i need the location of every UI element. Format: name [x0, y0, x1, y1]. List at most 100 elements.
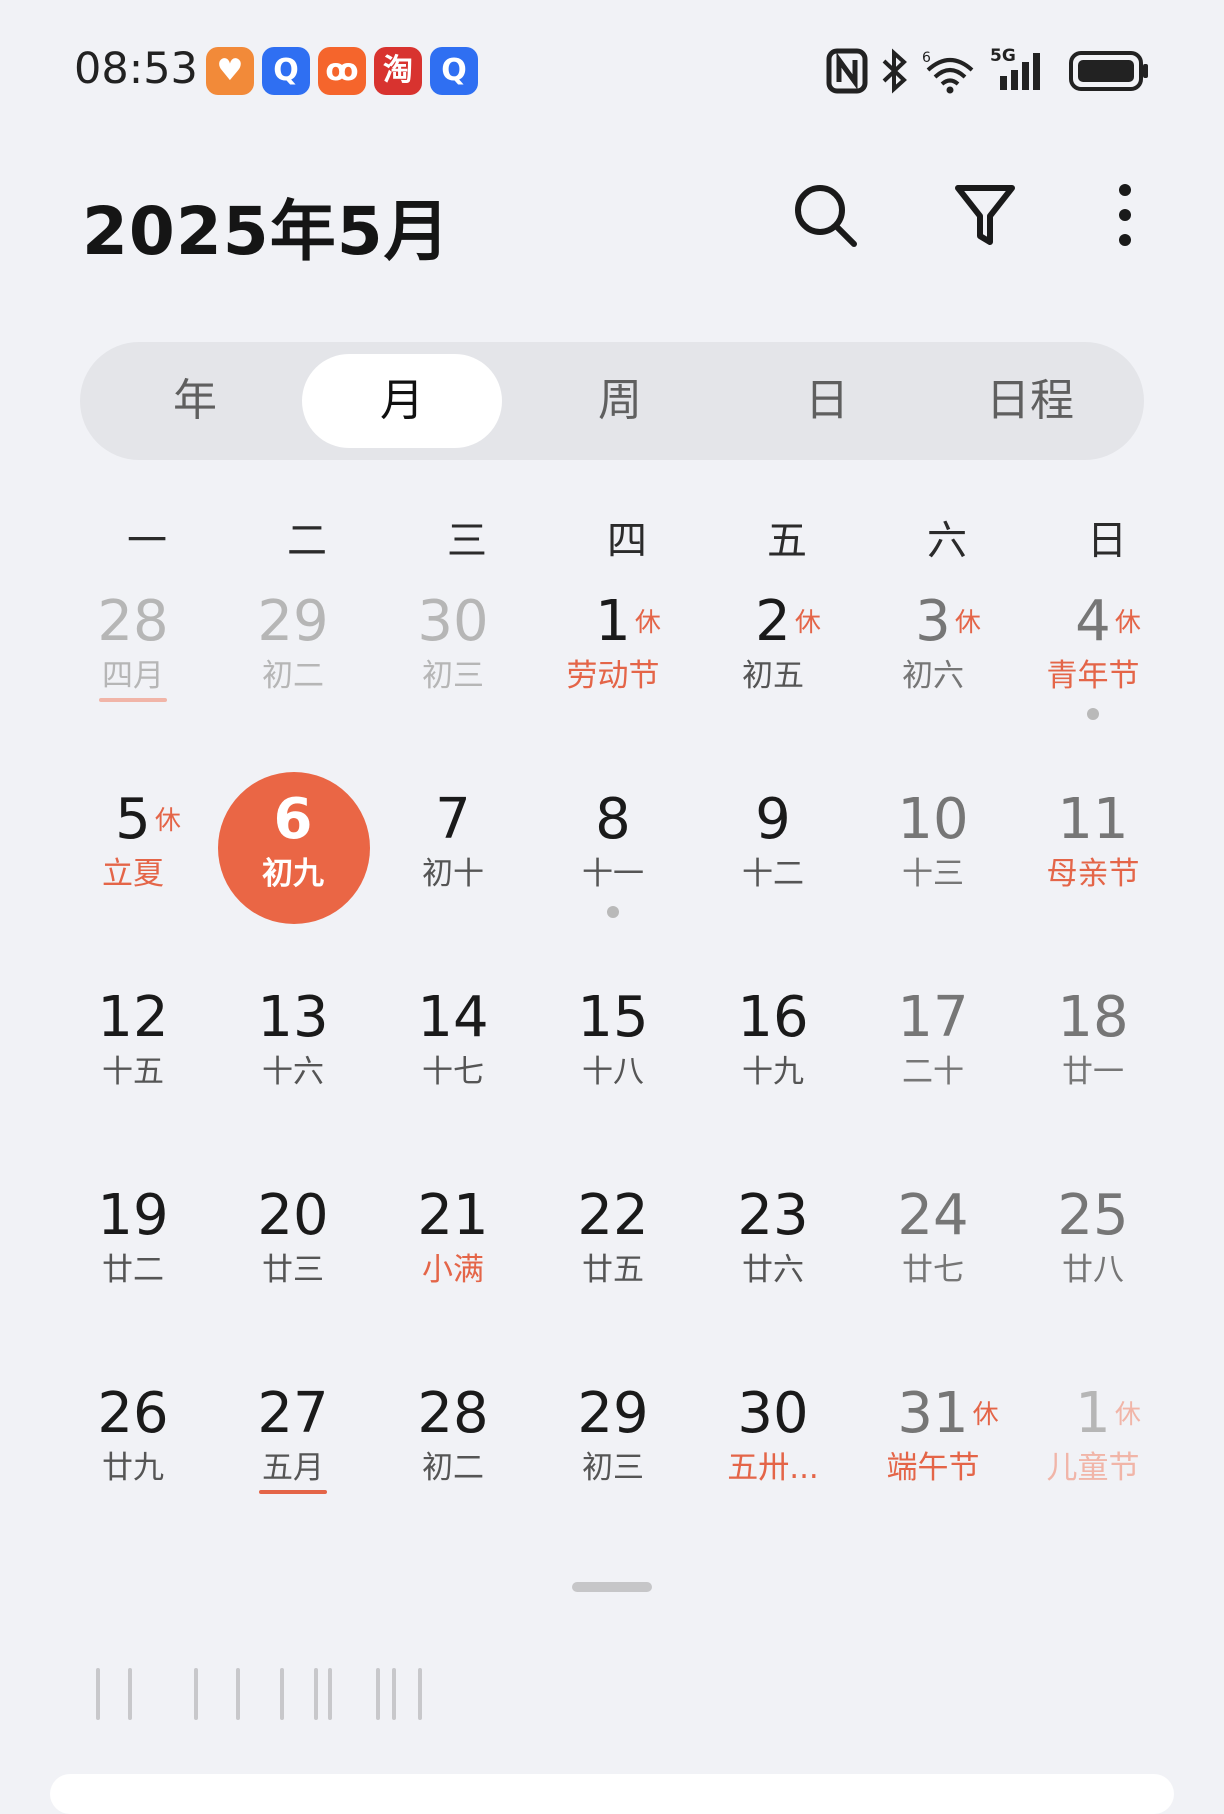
lunar-date-label: 廿八: [1062, 1252, 1124, 1288]
filter-icon[interactable]: [950, 180, 1020, 250]
day-cell[interactable]: 28 初二: [378, 1382, 528, 1552]
day-cell[interactable]: 23 廿六: [698, 1184, 848, 1354]
day-number-text: 11: [1057, 787, 1129, 852]
status-bar: 08:53 ♥ Qꝏ 淘 Q 6 5G: [0, 0, 1224, 140]
lunar-date-label: 小满: [422, 1252, 484, 1288]
day-cell[interactable]: 19 廿二: [58, 1184, 208, 1354]
lunar-date-label: 青年节: [1046, 658, 1140, 694]
day-cell[interactable]: 20 廿三: [218, 1184, 368, 1354]
day-number-text: 29: [257, 589, 329, 654]
day-cell[interactable]: 26 廿九: [58, 1382, 208, 1552]
more-options-icon[interactable]: [1090, 180, 1160, 250]
day-number-text: 19: [97, 1183, 169, 1248]
day-number: 15: [538, 986, 688, 1050]
holiday-rest-badge: 休: [954, 608, 981, 638]
day-cell[interactable]: 1 休儿童节: [1018, 1382, 1168, 1552]
lunar-date-label: 廿五: [582, 1252, 644, 1288]
baidu-search-app-icon-2: Q: [430, 47, 478, 95]
tab-agenda[interactable]: 日程: [940, 342, 1120, 460]
day-number: 3休: [858, 590, 1008, 654]
tab-year[interactable]: 年: [120, 342, 270, 460]
day-cell[interactable]: 29 初二: [218, 590, 368, 760]
day-number-text: 26: [97, 1381, 169, 1446]
day-cell[interactable]: 31 休端午节: [858, 1382, 1008, 1552]
day-number: 7: [378, 788, 528, 852]
day-number-text: 6: [273, 787, 313, 852]
tab-week[interactable]: 周: [545, 342, 695, 460]
day-number-text: 10: [897, 787, 969, 852]
day-number-text: 1休: [595, 589, 661, 654]
lunar-date-label: 十三: [902, 856, 964, 892]
day-cell[interactable]: 10 十三: [858, 788, 1008, 958]
battery-icon: [1069, 51, 1148, 91]
day-cell[interactable]: 18 廿一: [1018, 986, 1168, 1156]
day-cell[interactable]: 5 休立夏: [58, 788, 208, 958]
day-number-text: 16: [737, 985, 809, 1050]
day-number-text: 5休: [115, 787, 181, 852]
lunar-date-label: 十五: [102, 1054, 164, 1090]
day-number: 28: [378, 1382, 528, 1446]
lunar-date-label: 劳动节: [566, 658, 660, 694]
day-number: 1休: [1018, 1382, 1168, 1446]
day-cell[interactable]: 24 廿七: [858, 1184, 1008, 1354]
lunar-date-label: 廿九: [102, 1450, 164, 1486]
bottom-sheet[interactable]: [50, 1774, 1174, 1814]
day-number: 2休: [698, 590, 848, 654]
day-number: 27: [218, 1382, 368, 1446]
day-cell[interactable]: 15 十八: [538, 986, 688, 1156]
day-number: 29: [538, 1382, 688, 1446]
tab-month[interactable]: 月: [302, 342, 502, 460]
day-cell[interactable]: 29 初三: [538, 1382, 688, 1552]
day-cell[interactable]: 12 十五: [58, 986, 208, 1156]
day-cell[interactable]: 4 休青年节: [1018, 590, 1168, 760]
day-number-text: 12: [97, 985, 169, 1050]
day-number-text: 3休: [915, 589, 981, 654]
weekday-header: 一: [127, 518, 167, 564]
search-icon[interactable]: [790, 180, 860, 250]
day-number-text: 25: [1057, 1183, 1129, 1248]
day-cell[interactable]: 25 廿八: [1018, 1184, 1168, 1354]
weekday-header: 五: [767, 518, 807, 564]
lunar-date-label: 廿三: [262, 1252, 324, 1288]
day-cell[interactable]: 21 小满: [378, 1184, 528, 1354]
day-cell[interactable]: 8 十一: [538, 788, 688, 958]
weekday-header: 二: [287, 518, 327, 564]
day-cell[interactable]: 22 廿五: [538, 1184, 688, 1354]
drag-handle[interactable]: [572, 1582, 652, 1592]
day-cell[interactable]: 13 十六: [218, 986, 368, 1156]
day-cell[interactable]: 2 休初五: [698, 590, 848, 760]
day-number: 18: [1018, 986, 1168, 1050]
lunar-date-label: 初二: [422, 1450, 484, 1486]
day-number: 14: [378, 986, 528, 1050]
lunar-date-label: 二十: [902, 1054, 964, 1090]
day-number: 21: [378, 1184, 528, 1248]
day-cell[interactable]: 17 二十: [858, 986, 1008, 1156]
day-cell[interactable]: 28 四月: [58, 590, 208, 760]
page-title: 2025年5月: [82, 193, 451, 270]
bluetooth-icon: [882, 48, 907, 94]
day-cell[interactable]: 30 五卅...: [698, 1382, 848, 1552]
day-cell[interactable]: 11 母亲节: [1018, 788, 1168, 958]
weekday-header: 四: [607, 518, 647, 564]
day-cell[interactable]: 9 十二: [698, 788, 848, 958]
day-cell[interactable]: 3 休初六: [858, 590, 1008, 760]
day-cell-today[interactable]: 6 初九: [218, 772, 370, 958]
event-dot: [1087, 708, 1099, 720]
holiday-rest-badge: 休: [154, 806, 181, 836]
day-cell[interactable]: 27 五月: [218, 1382, 368, 1552]
day-cell[interactable]: 7 初十: [378, 788, 528, 958]
day-number: 11: [1018, 788, 1168, 852]
day-cell[interactable]: 16 十九: [698, 986, 848, 1156]
day-number-text: 15: [577, 985, 649, 1050]
day-number: 1休: [538, 590, 688, 654]
day-number: 5休: [58, 788, 208, 852]
day-cell[interactable]: 1 休劳动节: [538, 590, 688, 760]
tab-day[interactable]: 日: [752, 342, 902, 460]
lunar-date-label: 初五: [742, 658, 804, 694]
lunar-date-label: 初三: [422, 658, 484, 694]
day-number: 8: [538, 788, 688, 852]
day-number-text: 29: [577, 1381, 649, 1446]
day-number-text: 1休: [1075, 1381, 1141, 1446]
day-cell[interactable]: 30 初三: [378, 590, 528, 760]
day-cell[interactable]: 14 十七: [378, 986, 528, 1156]
